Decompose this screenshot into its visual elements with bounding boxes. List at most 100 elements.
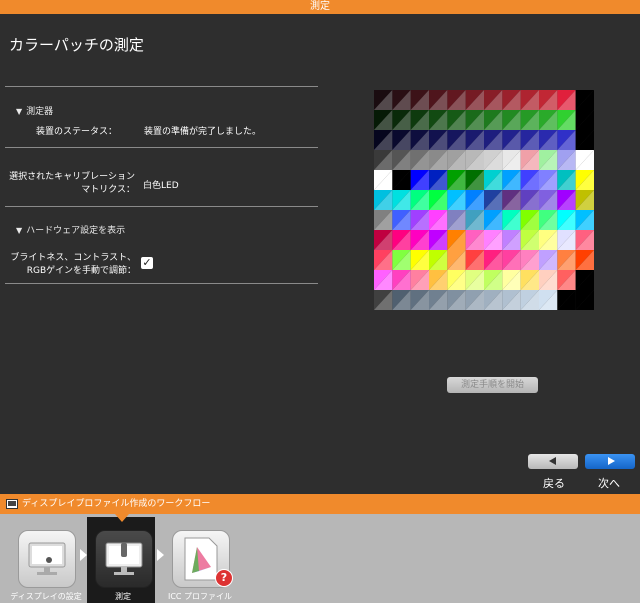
color-patch — [447, 110, 466, 130]
color-patch — [484, 250, 503, 270]
color-patch — [539, 90, 558, 110]
color-patch — [447, 230, 466, 250]
color-patch — [539, 230, 558, 250]
color-patch — [465, 270, 484, 290]
color-patch — [575, 150, 594, 170]
color-patch — [484, 290, 503, 310]
color-patch — [410, 250, 429, 270]
color-patch — [429, 110, 448, 130]
status-value: 装置の準備が完了しました。 — [144, 127, 262, 137]
color-patch — [374, 270, 393, 290]
color-patch — [447, 90, 466, 110]
color-patch — [447, 210, 466, 230]
color-patch — [484, 170, 503, 190]
color-patch — [539, 110, 558, 130]
arrow-left-icon — [549, 457, 556, 465]
color-patch — [374, 130, 393, 150]
color-patch — [374, 150, 393, 170]
color-patch — [410, 290, 429, 310]
color-patch — [484, 270, 503, 290]
color-patch — [557, 230, 576, 250]
color-patch — [465, 190, 484, 210]
color-patch — [374, 170, 393, 190]
workflow-step-label: ICC プロファイル — [167, 592, 233, 601]
manual-gain-label: ブライトネス、コントラスト、RGBゲインを手動で調節： — [10, 253, 136, 276]
selection-pointer-icon — [115, 514, 129, 522]
color-patch — [502, 150, 521, 170]
color-patch — [392, 110, 411, 130]
color-patch — [465, 130, 484, 150]
color-patch — [465, 170, 484, 190]
color-patch — [392, 130, 411, 150]
color-patch — [465, 290, 484, 310]
color-patch — [539, 270, 558, 290]
color-patch — [502, 170, 521, 190]
color-patch — [575, 170, 594, 190]
calibration-matrix-value: 白色LED — [143, 181, 179, 191]
color-patch — [374, 210, 393, 230]
color-patch — [429, 150, 448, 170]
color-patch — [429, 250, 448, 270]
workflow-arrow-icon — [157, 549, 164, 561]
color-patch — [502, 230, 521, 250]
instrument-section-toggle[interactable]: ▼ 測定器 — [16, 104, 53, 117]
color-patch — [374, 230, 393, 250]
hardware-section-label: ハードウェア設定を表示 — [26, 226, 126, 236]
icc-profile-icon — [184, 537, 218, 581]
color-patch — [557, 110, 576, 130]
color-patch — [557, 150, 576, 170]
back-button[interactable] — [528, 454, 578, 469]
color-patch — [447, 270, 466, 290]
next-label[interactable]: 次へ — [598, 475, 620, 491]
color-patch — [374, 90, 393, 110]
color-patch — [520, 190, 539, 210]
color-patch — [557, 170, 576, 190]
color-patch — [374, 290, 393, 310]
manual-gain-checkbox[interactable]: ✓ — [141, 257, 153, 269]
start-measurement-button[interactable]: 測定手順を開始 — [447, 377, 538, 393]
workflow-step-display-settings[interactable] — [18, 530, 76, 588]
color-patch — [539, 190, 558, 210]
workflow-title: ディスプレイプロファイル作成のワークフロー — [22, 499, 211, 509]
color-patch — [502, 90, 521, 110]
back-label[interactable]: 戻る — [543, 475, 565, 491]
divider — [5, 206, 318, 207]
color-patch — [520, 290, 539, 310]
workflow-step-measure[interactable] — [95, 530, 153, 588]
color-patch — [575, 190, 594, 210]
color-patch — [429, 270, 448, 290]
instrument-section-label: 測定器 — [26, 107, 54, 117]
color-patch-grid — [374, 90, 594, 310]
color-patch — [520, 270, 539, 290]
color-patch — [392, 210, 411, 230]
color-patch — [410, 170, 429, 190]
color-patch — [447, 130, 466, 150]
disclosure-triangle-icon: ▼ — [16, 226, 23, 235]
color-patch — [484, 110, 503, 130]
hardware-section-toggle[interactable]: ▼ ハードウェア設定を表示 — [16, 223, 125, 236]
color-patch — [392, 290, 411, 310]
color-patch — [429, 290, 448, 310]
color-patch — [502, 190, 521, 210]
color-patch — [410, 190, 429, 210]
monitor-measure-icon — [105, 542, 143, 575]
color-patch — [557, 250, 576, 270]
color-patch — [520, 210, 539, 230]
help-badge-icon: ? — [215, 569, 233, 587]
color-patch — [557, 270, 576, 290]
color-patch — [502, 250, 521, 270]
color-patch — [447, 170, 466, 190]
checkmark-icon: ✓ — [142, 256, 152, 269]
color-patch — [392, 250, 411, 270]
status-label: 装置のステータス： — [36, 127, 118, 137]
color-patch — [575, 290, 594, 310]
color-patch — [410, 150, 429, 170]
next-button[interactable] — [585, 454, 635, 469]
color-patch — [429, 190, 448, 210]
color-patch — [447, 250, 466, 270]
color-patch — [392, 270, 411, 290]
color-patch — [575, 210, 594, 230]
color-patch — [520, 170, 539, 190]
color-patch — [557, 190, 576, 210]
monitor-icon — [6, 499, 18, 509]
